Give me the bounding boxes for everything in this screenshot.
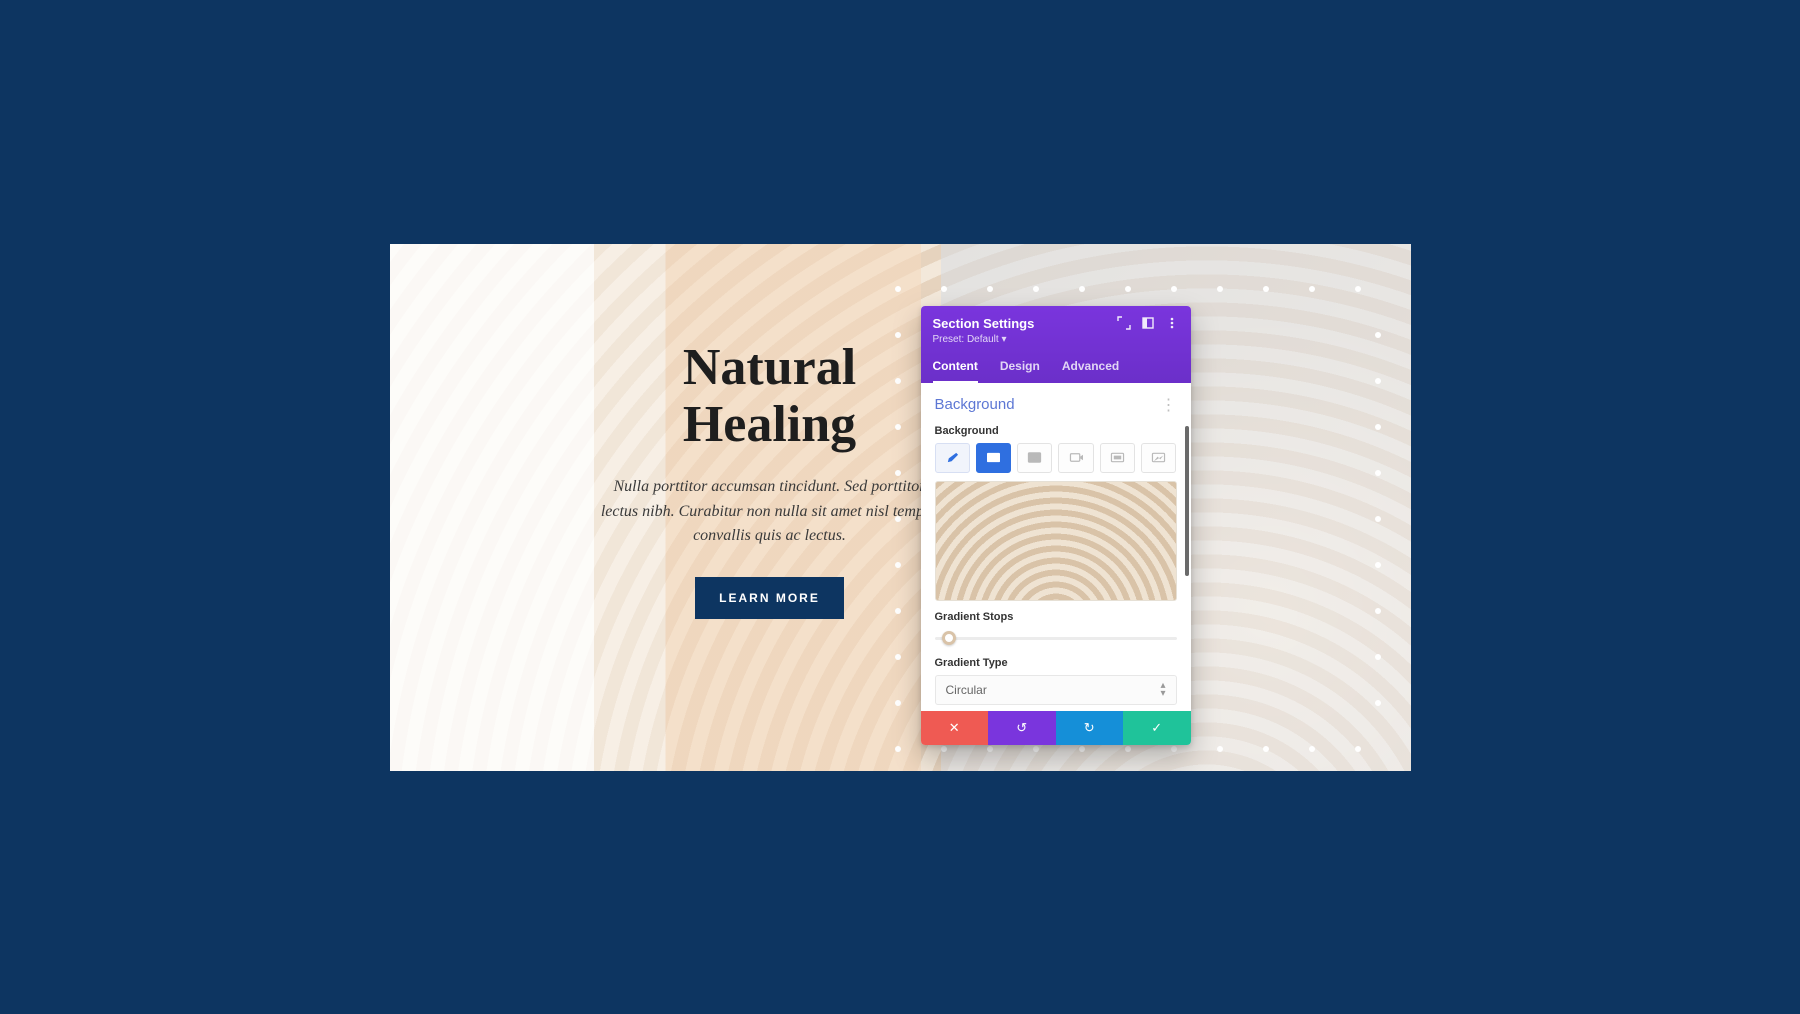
gradient-type-value: Circular [946,683,987,697]
background-section-heading[interactable]: Background [935,396,1015,413]
select-updown-icon: ▴▾ [1160,682,1165,698]
snap-icon[interactable] [1141,316,1155,330]
chevron-down-icon: ▾ [1001,334,1006,345]
panel-body: Background ⋮ Background [921,383,1191,711]
redo-icon: ↻ [1084,720,1095,736]
panel-tabs: Content Design Advanced [933,353,1179,383]
gradient-stops-slider[interactable] [935,629,1177,647]
panel-header-actions [1117,316,1179,330]
slider-thumb[interactable] [942,631,956,645]
tab-advanced[interactable]: Advanced [1062,353,1119,383]
save-button[interactable]: ✓ [1123,711,1191,745]
bg-tab-color[interactable] [935,443,970,473]
panel-scrollbar[interactable] [1185,426,1189,576]
tab-design[interactable]: Design [1000,353,1040,383]
background-field-label: Background [935,425,1177,437]
panel-footer: ✕ ↺ ↻ ✓ [921,711,1191,745]
hero-title-line2: Healing [683,396,856,453]
hero-title-line1: Natural [683,339,856,396]
redo-button[interactable]: ↻ [1056,711,1124,745]
page-preview: Natural Healing Nulla porttitor accumsan… [390,244,1411,771]
cancel-button[interactable]: ✕ [921,711,989,745]
more-icon[interactable] [1165,316,1179,330]
hero-block: Natural Healing Nulla porttitor accumsan… [600,339,940,620]
undo-button[interactable]: ↺ [988,711,1056,745]
hero-title: Natural Healing [600,339,940,453]
background-preview[interactable] [935,481,1177,601]
bg-tab-image[interactable] [1017,443,1052,473]
background-type-tabs [935,443,1177,473]
undo-icon: ↺ [1016,720,1027,736]
hero-body: Nulla porttitor accumsan tincidunt. Sed … [600,475,940,549]
panel-preset[interactable]: Preset: Default ▾ [933,334,1179,345]
check-icon: ✓ [1151,720,1162,736]
panel-title: Section Settings [933,316,1035,331]
slider-track [935,637,1177,640]
bg-tab-mask[interactable] [1141,443,1176,473]
expand-icon[interactable] [1117,316,1131,330]
bg-tab-gradient[interactable] [976,443,1011,473]
section-settings-panel: Section Settings Preset: Default ▾ [921,306,1191,745]
gradient-stops-label: Gradient Stops [935,611,1177,623]
section-options-icon[interactable]: ⋮ [1161,395,1177,415]
bg-tab-video[interactable] [1058,443,1093,473]
gradient-type-select[interactable]: Circular ▴▾ [935,675,1177,705]
gradient-type-label: Gradient Type [935,657,1177,669]
learn-more-button[interactable]: LEARN MORE [695,577,844,619]
bg-tab-pattern[interactable] [1100,443,1135,473]
close-icon: ✕ [949,720,960,736]
panel-header: Section Settings Preset: Default ▾ [921,306,1191,383]
tab-content[interactable]: Content [933,353,978,383]
